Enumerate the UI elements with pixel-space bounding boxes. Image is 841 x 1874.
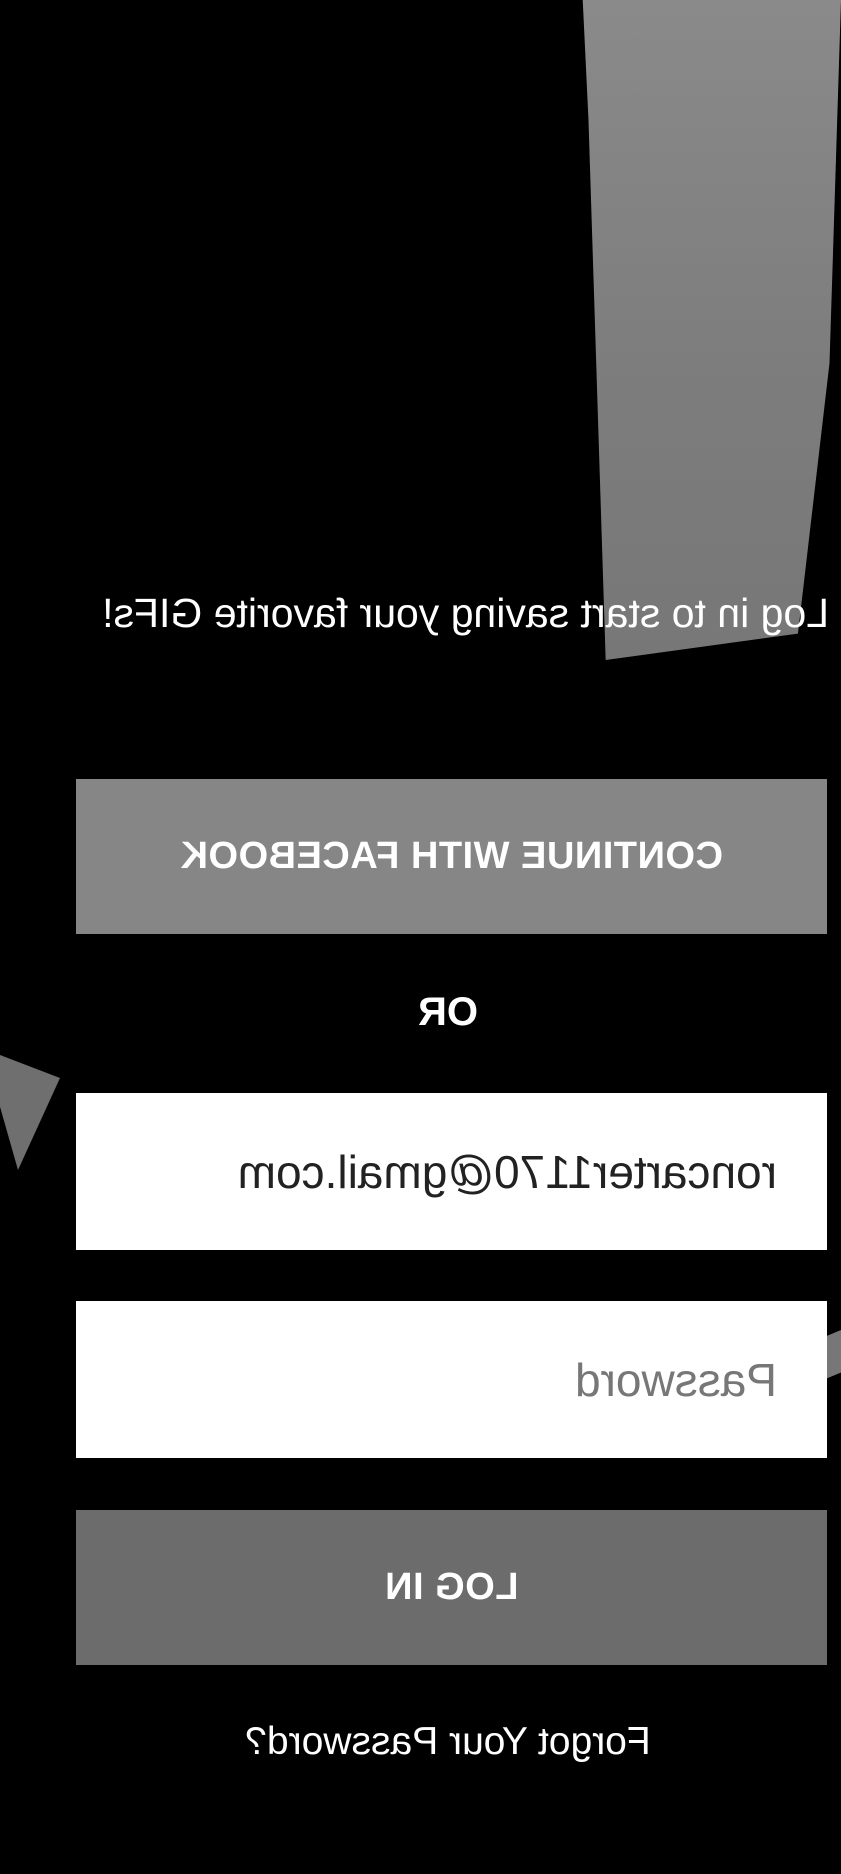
- forgot-password-link[interactable]: Forgot Your Password?: [245, 1720, 650, 1764]
- email-field[interactable]: roncarter1170@gmail.com: [76, 1093, 827, 1250]
- background-shape: [0, 1055, 60, 1170]
- or-divider: OR: [0, 990, 841, 1035]
- log-in-button[interactable]: LOG IN: [76, 1510, 827, 1665]
- password-field[interactable]: Password: [76, 1301, 827, 1458]
- email-field-value: roncarter1170@gmail.com: [237, 1145, 777, 1198]
- login-tagline: Log in to start saving your favorite GIF…: [102, 590, 829, 636]
- login-screen: Log in to start saving your favorite GIF…: [0, 0, 841, 1874]
- continue-with-facebook-button[interactable]: CONTINUE WITH FACEBOOK: [76, 779, 827, 934]
- background-shape: [554, 0, 841, 660]
- or-divider-label: OR: [418, 990, 478, 1034]
- password-field-placeholder: Password: [575, 1353, 777, 1406]
- facebook-button-label: CONTINUE WITH FACEBOOK: [180, 835, 723, 877]
- forgot-password-link-row: Forgot Your Password?: [0, 1720, 841, 1764]
- log-in-button-label: LOG IN: [384, 1566, 519, 1608]
